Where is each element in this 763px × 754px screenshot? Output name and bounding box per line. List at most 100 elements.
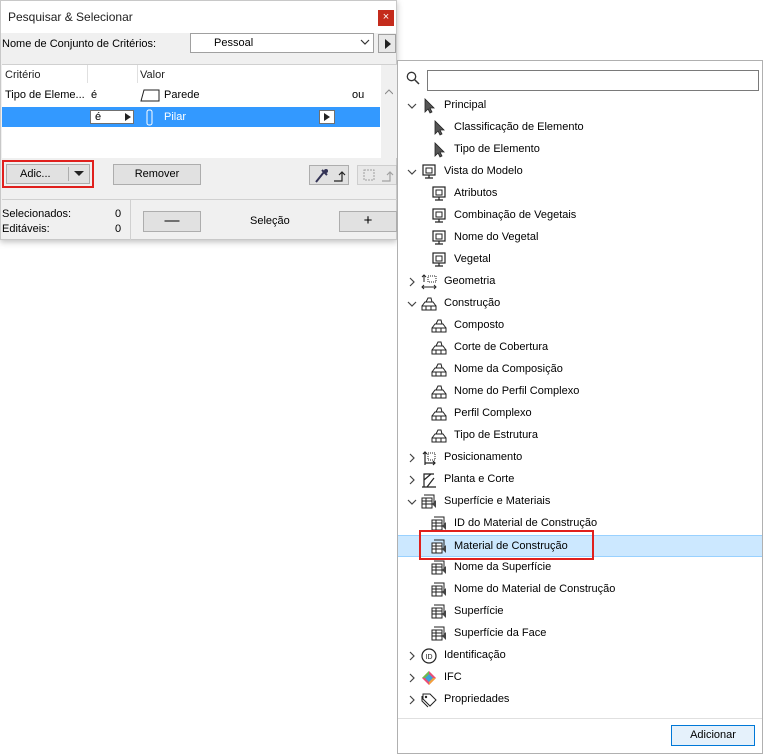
tree-item[interactable]: Superfície e Materiais [398,491,762,513]
tree-item[interactable]: Nome do Perfil Complexo [398,381,762,403]
tree-item-label: ID do Material de Construção [454,517,598,529]
tree-item[interactable]: IFC [398,667,762,689]
selected-count: 0 [115,208,122,220]
dialog-titlebar[interactable]: Pesquisar & Selecionar × [1,1,396,33]
tree-item[interactable]: Nome do Material de Construção [398,579,762,601]
chevron-down-icon[interactable] [406,166,418,178]
logic-cell: ou [352,89,365,101]
tree-item-label: Construção [444,297,501,309]
column-icon [146,109,153,126]
tree-item[interactable]: Geometria [398,271,762,293]
svg-text:ID: ID [426,654,433,661]
chevron-right-icon[interactable] [406,650,418,662]
chevron-right-icon[interactable] [406,452,418,464]
tree-item[interactable]: Composto [398,315,762,337]
chevron-down-icon[interactable] [406,100,418,112]
selection-arrow-icon [363,169,394,182]
criteria-set-value: Pessoal [214,37,254,49]
column-header-value: Valor [140,69,165,81]
transfer-criteria-button[interactable] [357,165,397,185]
criteria-set-select[interactable]: Pessoal [190,33,374,53]
pick-criteria-button[interactable] [309,165,349,185]
tree-item-label: Superfície e Materiais [444,495,551,507]
value-cell: Pilar [164,111,187,123]
vertical-scrollbar[interactable] [381,65,397,158]
model-view-icon [432,252,446,267]
tree-item-label: IFC [444,671,462,683]
callout-highlight [419,530,594,560]
tree-item-label: Vegetal [454,253,491,265]
tree-item[interactable]: Corte de Cobertura [398,337,762,359]
tree-item[interactable]: Nome do Vegetal [398,227,762,249]
search-select-dialog: Pesquisar & Selecionar × Nome de Conjunt… [0,0,397,240]
tree-item[interactable]: Posicionamento [398,447,762,469]
criteria-table: Critério Valor Tipo de Eleme... é Parede… [2,64,397,158]
model-view-icon [422,164,436,179]
geometry-icon [421,274,437,290]
tree-item[interactable]: Combinação de Vegetais [398,205,762,227]
bricks-icon [431,319,447,333]
chevron-down-icon[interactable] [406,298,418,310]
cursor-icon [434,142,445,158]
tree-item[interactable]: Superfície da Face [398,623,762,645]
bricks-icon [431,407,447,421]
remove-criteria-button[interactable]: Remover [113,164,201,185]
tree-item[interactable]: Classificação de Elemento [398,117,762,139]
tree-item[interactable]: Nome da Composição [398,359,762,381]
id-icon: ID [421,648,437,664]
tree-item[interactable]: Tipo de Elemento [398,139,762,161]
tree-item[interactable]: ID Identificação [398,645,762,667]
tree-item-label: Corte de Cobertura [454,341,549,353]
plan-section-icon [422,473,436,488]
tree-item-label: Superfície da Face [454,627,547,639]
tree-item[interactable]: Propriedades [398,689,762,711]
close-button[interactable]: × [378,10,394,26]
criteria-picker-panel: Principal Classificação de Elemento Tipo d… [397,60,763,754]
tree-item[interactable]: Vegetal [398,249,762,271]
tree-item-label: Combinação de Vegetais [454,209,577,221]
close-icon: × [382,11,390,23]
tree-item[interactable]: Nome da Superfície [398,557,762,579]
table-row[interactable]: Tipo de Eleme... é Parede ou [2,86,380,106]
wall-icon [140,89,160,102]
tree-item[interactable]: Principal [398,95,762,117]
remove-from-selection-button[interactable]: — [143,211,201,232]
search-icon [406,71,420,85]
value-menu-button[interactable] [319,110,335,124]
materials-icon [421,494,436,509]
bricks-icon [421,297,437,311]
operator-select[interactable]: é [90,110,134,124]
selected-label: Selecionados: [2,208,72,220]
tree-item[interactable]: Atributos [398,183,762,205]
tree-item-label: Perfil Complexo [454,407,532,419]
chevron-right-icon[interactable] [406,694,418,706]
tree-item-label: Nome do Perfil Complexo [454,385,580,397]
criteria-menu-button[interactable] [378,34,396,53]
add-criteria-button[interactable]: Adic... [6,164,90,184]
tree-item-label: Geometria [444,275,496,287]
play-arrow-icon [125,113,131,121]
tree-item[interactable]: Perfil Complexo [398,403,762,425]
editable-label: Editáveis: [2,223,50,235]
tree-item-label: Vista do Modelo [444,165,523,177]
tree-item[interactable]: Planta e Corte [398,469,762,491]
cursor-icon [434,120,445,136]
tree-item[interactable]: Superfície [398,601,762,623]
tree-item-label: Nome da Superfície [454,561,552,573]
tree-item[interactable]: Tipo de Estrutura [398,425,762,447]
search-input[interactable] [427,70,759,91]
add-to-selection-button[interactable]: + [339,211,397,232]
table-row[interactable]: é Pilar [2,107,380,127]
chevron-down-icon[interactable] [406,496,418,508]
chevron-right-icon[interactable] [406,474,418,486]
materials-icon [431,582,446,597]
add-button[interactable]: Adicionar [671,725,755,746]
tree-item[interactable]: Vista do Modelo [398,161,762,183]
play-arrow-icon [324,113,330,121]
ifc-icon [422,671,436,685]
tree-item[interactable]: Construção [398,293,762,315]
chevron-down-icon [360,39,370,45]
materials-icon [431,560,446,575]
chevron-right-icon[interactable] [406,276,418,288]
chevron-right-icon[interactable] [406,672,418,684]
